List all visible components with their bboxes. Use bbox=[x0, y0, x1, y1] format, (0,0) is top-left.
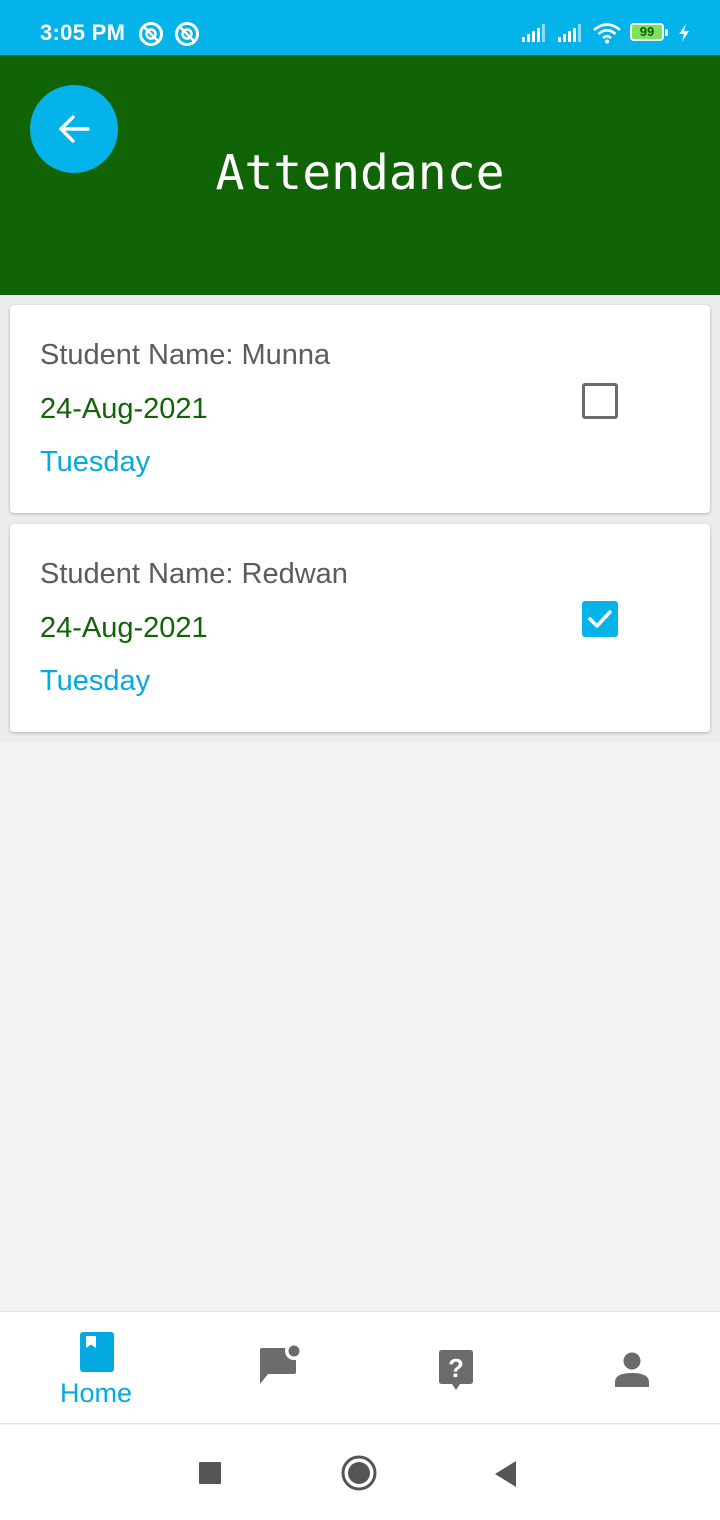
cell-signal-icon bbox=[558, 24, 581, 42]
nav-profile[interactable] bbox=[540, 1312, 720, 1424]
bottom-navigation: Home ? bbox=[0, 1311, 720, 1424]
page-title: Attendance bbox=[215, 145, 505, 201]
checkmark-icon bbox=[588, 610, 612, 628]
attendance-list: Student Name: Munna 24-Aug-2021 Tuesday … bbox=[0, 295, 720, 742]
attendance-card[interactable]: Student Name: Redwan 24-Aug-2021 Tuesday bbox=[10, 524, 710, 732]
charging-icon bbox=[679, 24, 689, 42]
nav-home[interactable]: Home bbox=[0, 1312, 192, 1424]
book-icon bbox=[80, 1332, 114, 1372]
help-icon: ? bbox=[439, 1350, 473, 1390]
wifi-icon bbox=[593, 23, 621, 44]
battery-level: 99 bbox=[639, 24, 655, 39]
notification-icon bbox=[139, 22, 163, 46]
nav-help[interactable]: ? bbox=[370, 1312, 550, 1424]
system-navigation-bar bbox=[0, 1425, 720, 1520]
status-time: 3:05 PM bbox=[40, 20, 126, 45]
arrow-left-icon bbox=[59, 115, 90, 143]
present-checkbox[interactable] bbox=[582, 383, 618, 419]
attendance-card[interactable]: Student Name: Munna 24-Aug-2021 Tuesday bbox=[10, 305, 710, 513]
status-bar: 3:05 PM 99 bbox=[0, 0, 720, 55]
cell-signal-icon bbox=[522, 24, 545, 42]
attendance-date: 24-Aug-2021 bbox=[40, 393, 208, 425]
notification-icon bbox=[175, 22, 199, 46]
person-icon bbox=[615, 1352, 649, 1387]
app-header: Attendance bbox=[0, 55, 720, 295]
student-name: Student Name: Munna bbox=[40, 339, 331, 371]
attendance-day: Tuesday bbox=[40, 665, 151, 697]
student-name: Student Name: Redwan bbox=[40, 558, 348, 590]
home-circle-icon[interactable] bbox=[340, 1454, 378, 1492]
recents-square-icon[interactable] bbox=[198, 1461, 222, 1485]
status-system-icons: 99 bbox=[520, 22, 690, 44]
nav-home-label: Home bbox=[59, 1378, 133, 1408]
chat-notification-icon bbox=[260, 1344, 303, 1384]
status-notification-icons bbox=[138, 21, 200, 47]
present-checkbox[interactable] bbox=[582, 601, 618, 637]
nav-messages[interactable] bbox=[192, 1312, 372, 1424]
svg-text:?: ? bbox=[448, 1353, 464, 1383]
attendance-day: Tuesday bbox=[40, 446, 151, 478]
back-triangle-icon[interactable] bbox=[494, 1460, 518, 1488]
attendance-date: 24-Aug-2021 bbox=[40, 612, 208, 644]
battery-icon: 99 bbox=[630, 23, 670, 43]
